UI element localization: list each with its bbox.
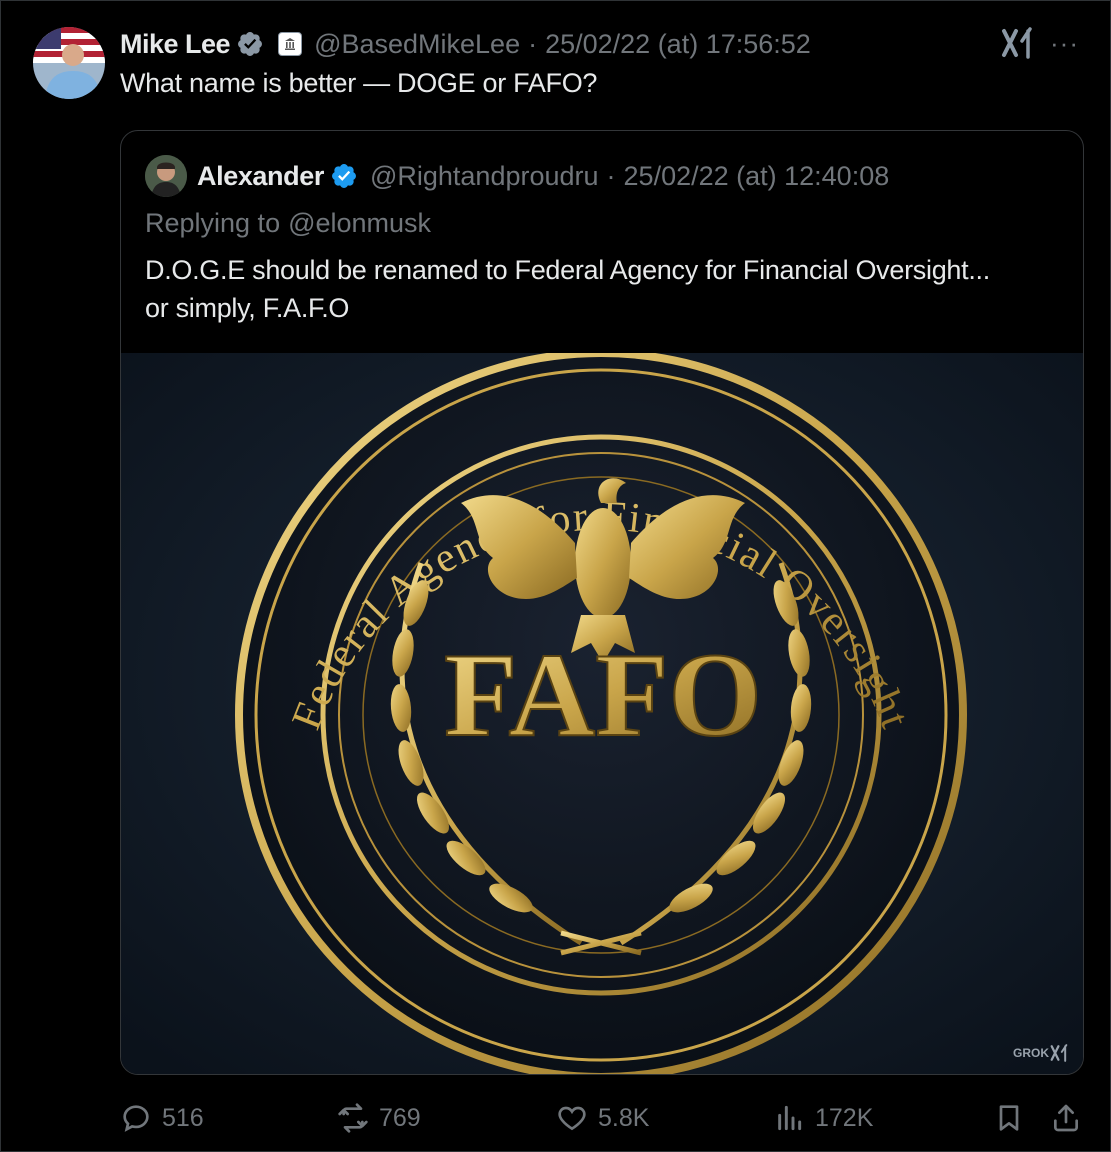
quote-text-line-2: or simply, F.A.F.O bbox=[145, 293, 350, 323]
more-options-icon[interactable]: ··· bbox=[1050, 28, 1079, 59]
government-affiliation-icon bbox=[278, 32, 303, 56]
grok-watermark-icon bbox=[1050, 1044, 1068, 1062]
seal-center-text: FAFO bbox=[444, 628, 762, 761]
fafo-seal-image: Federal Agency for Financial Oversight bbox=[121, 349, 1083, 1074]
grok-icon[interactable] bbox=[1000, 27, 1034, 59]
quote-header: Alexander @Rightandproudru · 25/02/22 (a… bbox=[197, 157, 889, 195]
tweet-text: What name is better — DOGE or FAFO? bbox=[120, 68, 598, 98]
quote-author-avatar[interactable] bbox=[145, 155, 187, 197]
reply-count: 516 bbox=[162, 1103, 204, 1132]
share-button[interactable] bbox=[1050, 1096, 1082, 1140]
bookmark-button[interactable] bbox=[993, 1096, 1025, 1140]
replying-label: Replying to bbox=[145, 208, 281, 238]
tweet-timestamp[interactable]: 25/02/22 (at) 17:56:52 bbox=[545, 29, 811, 60]
views-icon bbox=[778, 1105, 802, 1131]
like-button[interactable]: 5.8K bbox=[556, 1096, 649, 1140]
action-bar: 516 769 5.8K 172K bbox=[0, 1096, 1111, 1140]
like-count: 5.8K bbox=[598, 1103, 650, 1132]
quote-image[interactable]: Federal Agency for Financial Oversight bbox=[121, 349, 1083, 1074]
repost-icon bbox=[338, 1103, 368, 1133]
repost-count: 769 bbox=[379, 1103, 421, 1132]
separator-dot: · bbox=[528, 28, 538, 59]
quote-timestamp[interactable]: 25/02/22 (at) 12:40:08 bbox=[624, 161, 890, 192]
reply-button[interactable]: 516 bbox=[120, 1096, 204, 1140]
author-handle[interactable]: @BasedMikeLee bbox=[314, 29, 520, 60]
quote-author-handle[interactable]: @Rightandproudru bbox=[370, 161, 599, 192]
quote-author-name[interactable]: Alexander bbox=[197, 161, 324, 192]
verified-badge-icon bbox=[332, 164, 356, 188]
quoted-tweet[interactable]: Alexander @Rightandproudru · 25/02/22 (a… bbox=[120, 130, 1084, 1075]
author-avatar[interactable] bbox=[33, 27, 105, 99]
quote-text-line-1: D.O.G.E should be renamed to Federal Age… bbox=[145, 255, 990, 285]
views-count: 172K bbox=[815, 1103, 874, 1132]
repost-button[interactable]: 769 bbox=[337, 1096, 421, 1140]
bookmark-icon bbox=[999, 1105, 1019, 1131]
quote-text: D.O.G.E should be renamed to Federal Age… bbox=[145, 251, 1065, 327]
grok-watermark: GROK bbox=[1013, 1044, 1069, 1062]
author-name[interactable]: Mike Lee bbox=[120, 29, 231, 60]
views-button[interactable]: 172K bbox=[773, 1096, 873, 1140]
replying-to: Replying to @elonmusk bbox=[145, 208, 431, 239]
separator-dot: · bbox=[606, 160, 616, 191]
grok-watermark-label: GROK bbox=[1013, 1046, 1049, 1060]
heart-icon bbox=[558, 1106, 586, 1131]
replying-mention[interactable]: @elonmusk bbox=[288, 208, 431, 238]
reply-icon bbox=[123, 1105, 149, 1132]
share-icon bbox=[1054, 1104, 1078, 1132]
verified-badge-icon bbox=[238, 32, 263, 56]
tweet-header: Mike Lee @BasedMikeLee · 25/02/22 (at) 1… bbox=[120, 26, 811, 62]
